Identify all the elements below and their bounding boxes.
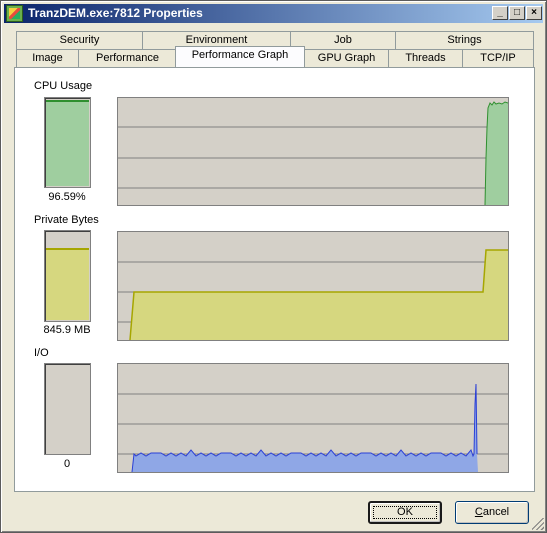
private-bytes-graph — [117, 231, 509, 341]
io-graph — [117, 363, 509, 473]
tab-label: GPU Graph — [317, 52, 376, 64]
cancel-label: ancel — [482, 506, 510, 518]
private-bytes-label: Private Bytes — [34, 214, 99, 226]
cancel-accelerator: C — [474, 506, 483, 518]
tab-label: Environment — [185, 34, 248, 46]
tab-image[interactable]: Image — [16, 49, 79, 67]
tab-job[interactable]: Job — [290, 31, 396, 49]
tab-tcp-ip[interactable]: TCP/IP — [462, 49, 534, 67]
tab-performance[interactable]: Performance — [78, 49, 177, 67]
window-title: TranzDEM.exe:7812 Properties — [28, 6, 203, 20]
tab-label: TCP/IP — [480, 52, 516, 64]
tab-label: Security — [59, 34, 100, 46]
title-bar[interactable]: TranzDEM.exe:7812 Properties _ □ × — [4, 4, 543, 23]
io-label: I/O — [34, 347, 49, 359]
private-bytes-area — [130, 250, 508, 340]
cancel-button[interactable]: Cancel — [455, 501, 529, 524]
private-bytes-meter-fill — [46, 248, 89, 320]
resize-grip[interactable] — [532, 518, 544, 530]
tab-label: Performance Graph — [191, 49, 289, 61]
maximize-button[interactable]: □ — [509, 6, 525, 20]
io-meter — [44, 363, 91, 455]
io-graph-svg — [118, 383, 508, 472]
tab-label: Strings — [447, 34, 482, 46]
tab-threads[interactable]: Threads — [388, 49, 463, 67]
cpu-meter — [44, 97, 91, 188]
ok-button[interactable]: OK — [368, 501, 442, 524]
tab-label: Performance — [96, 52, 159, 64]
tab-performance-graph[interactable]: Performance Graph — [175, 46, 305, 67]
cpu-graph-svg — [118, 101, 508, 205]
io-area — [132, 384, 478, 472]
minimize-button[interactable]: _ — [492, 6, 508, 20]
tab-strings[interactable]: Strings — [395, 31, 534, 49]
cpu-value: 96.59% — [48, 191, 86, 203]
tab-security[interactable]: Security — [16, 31, 143, 49]
cpu-area — [485, 102, 508, 205]
tab-gpu-graph[interactable]: GPU Graph — [304, 49, 389, 67]
properties-window: TranzDEM.exe:7812 Properties _ □ × Secur… — [0, 0, 547, 533]
private-bytes-meter — [44, 230, 91, 322]
tab-label: Job — [334, 34, 352, 46]
focus-rect — [373, 506, 437, 519]
private-bytes-graph-svg — [118, 249, 508, 340]
tab-label: Image — [32, 52, 63, 64]
close-button[interactable]: × — [526, 6, 542, 20]
app-icon — [6, 5, 23, 22]
io-value: 0 — [63, 458, 71, 470]
private-bytes-value: 845.9 MB — [43, 324, 91, 336]
cpu-usage-label: CPU Usage — [34, 80, 93, 92]
cpu-meter-fill — [46, 100, 89, 186]
tab-label: Threads — [405, 52, 446, 64]
cpu-graph — [117, 97, 509, 206]
